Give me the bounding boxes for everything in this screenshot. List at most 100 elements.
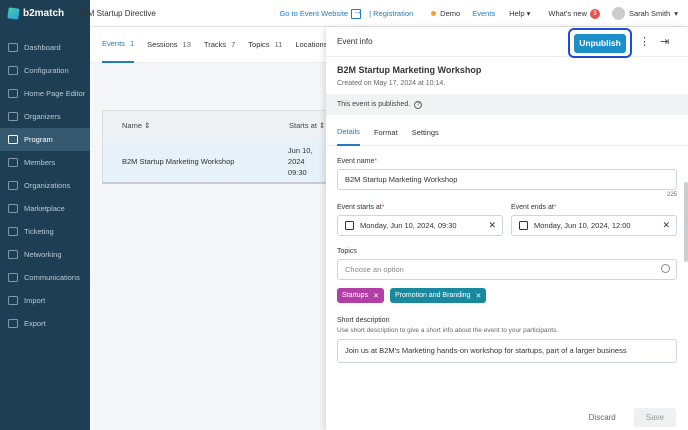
unpublish-button[interactable]: Unpublish — [574, 33, 626, 53]
starts-label-text: Event starts at — [337, 204, 382, 211]
sidebar: Dashboard Configuration Home Page Editor… — [0, 27, 90, 430]
sidebar-item-marketplace[interactable]: Marketplace — [0, 197, 90, 220]
event-title: B2M Startup Directive — [78, 9, 156, 18]
calendar-icon — [8, 135, 18, 144]
short-description-field[interactable]: Join us at B2M's Marketing hands-on work… — [337, 339, 677, 363]
event-starts-field[interactable]: Monday, Jun 10, 2024, 09:30 ✕ — [337, 215, 503, 236]
configuration-icon — [8, 66, 18, 75]
top-bar: b2match B2M Startup Directive Go to Even… — [0, 0, 688, 27]
tab-format[interactable]: Format — [374, 128, 398, 137]
panel-tabs: Details Format Settings — [326, 119, 688, 146]
demo-label: Demo — [440, 9, 461, 18]
published-text: This event is published. — [337, 101, 411, 108]
close-icon[interactable]: ✕ — [373, 292, 379, 300]
export-icon — [8, 319, 18, 328]
program-main: Events 1 Sessions 13 Tracks 7 Topics 11 Loca… — [90, 27, 337, 430]
tab-topics[interactable]: Topics 11 — [248, 27, 282, 63]
more-options-icon[interactable]: ⋮ — [639, 35, 650, 48]
b2match-logo-icon — [7, 6, 20, 20]
topics-placeholder: Choose an option — [345, 265, 404, 274]
chip-label: Startups — [342, 292, 369, 299]
column-starts-label: Starts at — [289, 121, 317, 130]
column-header-name[interactable]: Name ⇕ — [122, 121, 289, 130]
published-banner: This event is published. ? — [326, 94, 688, 115]
ends-value: Monday, Jun 10, 2024, 12:00 — [534, 221, 631, 230]
sidebar-item-home-page-editor[interactable]: Home Page Editor — [0, 82, 90, 105]
sidebar-item-communications[interactable]: Communications — [0, 266, 90, 289]
sidebar-item-label: Marketplace — [24, 204, 65, 213]
tab-label: Events — [102, 39, 125, 48]
sidebar-item-import[interactable]: Import — [0, 289, 90, 312]
calendar-icon — [345, 221, 354, 230]
chip-promotion-and-branding[interactable]: Promotion and Branding ✕ — [389, 288, 487, 303]
collapse-panel-icon[interactable]: ⇥ — [660, 35, 669, 48]
organizers-icon — [8, 112, 18, 121]
whats-new-button[interactable]: What's new 3 — [548, 8, 600, 19]
required-marker: * — [553, 204, 557, 211]
brand-logo[interactable]: b2match — [0, 0, 90, 27]
table-header: Name ⇕ Starts at ⇕ — [103, 111, 331, 140]
save-button[interactable]: Save — [633, 407, 676, 427]
tab-details[interactable]: Details — [337, 119, 360, 146]
help-label: Help — [509, 9, 525, 18]
topics-label: Topics — [337, 248, 357, 255]
sidebar-item-dashboard[interactable]: Dashboard — [0, 36, 90, 59]
ends-label: Event ends at* — [511, 204, 677, 211]
tab-count: 7 — [231, 40, 236, 49]
clear-icon[interactable]: ✕ — [488, 220, 496, 231]
avatar — [611, 7, 625, 20]
column-header-starts-at[interactable]: Starts at ⇕ — [289, 121, 325, 130]
brand-name: b2match — [23, 7, 65, 19]
panel-scrollbar[interactable] — [684, 182, 688, 262]
panel-title: Event info — [337, 37, 373, 46]
discard-button[interactable]: Discard — [581, 409, 624, 426]
sort-icon: ⇕ — [144, 121, 151, 130]
networking-icon — [8, 250, 18, 259]
help-menu[interactable]: Help ▾ — [509, 9, 530, 18]
sidebar-item-configuration[interactable]: Configuration — [0, 59, 90, 82]
sidebar-item-ticketing[interactable]: Ticketing — [0, 220, 90, 243]
sidebar-item-label: Program — [24, 135, 53, 144]
sidebar-item-program[interactable]: Program — [0, 128, 90, 151]
sidebar-item-networking[interactable]: Networking — [0, 243, 90, 266]
ends-column: Event ends at* Monday, Jun 10, 2024, 12:… — [511, 198, 677, 236]
event-ends-field[interactable]: Monday, Jun 10, 2024, 12:00 ✕ — [511, 215, 677, 236]
whats-new-label: What's new — [548, 9, 587, 18]
panel-footer: Discard Save — [326, 404, 688, 430]
user-name: Sarah Smith — [628, 9, 671, 18]
close-icon[interactable]: ✕ — [475, 292, 481, 300]
sidebar-item-organizations[interactable]: Organizations — [0, 174, 90, 197]
help-icon[interactable]: ? — [414, 100, 423, 109]
go-to-event-website-link[interactable]: Go to Event Website — [279, 6, 362, 19]
sidebar-item-label: Import — [24, 296, 46, 305]
tab-tracks[interactable]: Tracks 7 — [204, 27, 235, 63]
event-name-field[interactable]: B2M Startup Marketing Workshop — [337, 169, 677, 190]
required-marker: * — [374, 158, 378, 165]
tab-settings[interactable]: Settings — [412, 128, 439, 137]
user-menu[interactable]: Sarah Smith ▾ — [611, 7, 678, 20]
sidebar-item-label: Ticketing — [24, 227, 54, 236]
chip-startups[interactable]: Startups ✕ — [337, 288, 384, 303]
chevron-down-icon: ▾ — [526, 9, 531, 18]
tab-events[interactable]: Events 1 — [102, 27, 135, 63]
chevron-down-icon: ▾ — [674, 9, 678, 18]
sidebar-item-label: Home Page Editor — [24, 89, 86, 98]
events-link[interactable]: Events — [472, 9, 495, 18]
event-name-label-text: Event name — [337, 158, 375, 165]
events-table: Name ⇕ Starts at ⇕ B2M Startup Marketing… — [102, 110, 332, 184]
page-icon — [8, 89, 18, 98]
clear-icon[interactable]: ✕ — [662, 220, 670, 231]
sidebar-item-members[interactable]: Members — [0, 151, 90, 174]
table-row[interactable]: B2M Startup Marketing Workshop Jun 10, 2… — [103, 140, 331, 182]
sidebar-item-organizers[interactable]: Organizers — [0, 105, 90, 128]
demo-status[interactable]: Demo — [431, 9, 460, 18]
event-info-panel: Event info Unpublish ⋮ ⇥ B2M Startup Mar… — [326, 27, 688, 430]
calendar-icon — [519, 221, 528, 230]
row-event-name: B2M Startup Marketing Workshop — [122, 156, 235, 166]
ends-label-text: Event ends at — [511, 204, 554, 211]
topics-select[interactable]: Choose an option — [337, 259, 677, 280]
sidebar-item-export[interactable]: Export — [0, 312, 90, 335]
topic-chips: Startups ✕ Promotion and Branding ✕ — [337, 288, 677, 303]
registration-link[interactable]: | Registration — [369, 9, 413, 18]
tab-sessions[interactable]: Sessions 13 — [147, 27, 191, 63]
